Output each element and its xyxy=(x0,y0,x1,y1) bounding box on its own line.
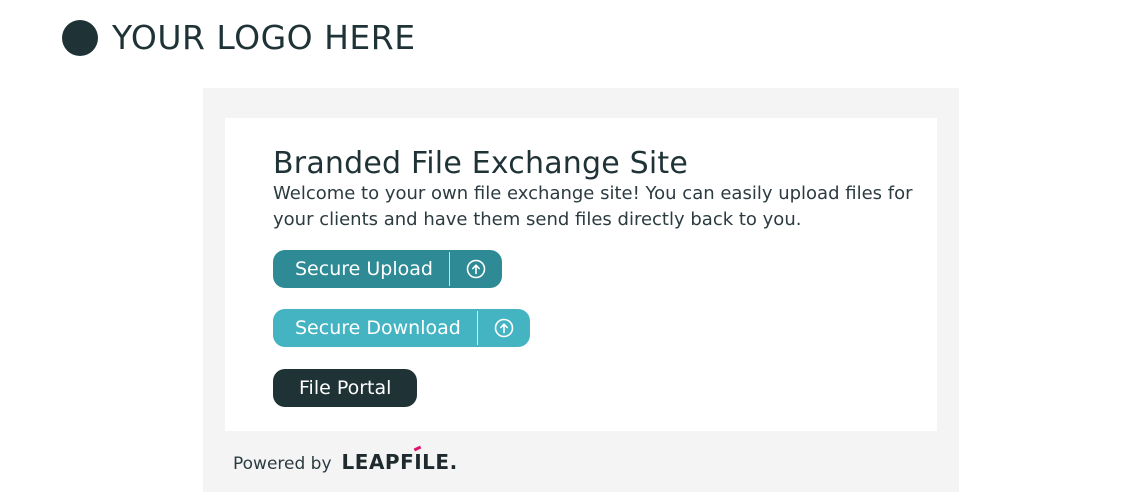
leapfile-logo-text: LEAPFILE. xyxy=(341,450,458,474)
secure-upload-button[interactable]: Secure Upload xyxy=(273,250,502,288)
logo: YOUR LOGO HERE xyxy=(62,18,416,57)
powered-by-footer: Powered by LEAPFILE. xyxy=(233,445,458,474)
powered-by-text: Powered by xyxy=(233,454,332,474)
upload-circle-icon xyxy=(478,309,530,347)
file-portal-label: File Portal xyxy=(299,377,392,399)
page-title: Branded File Exchange Site xyxy=(273,146,689,181)
leapfile-logo[interactable]: LEAPFILE. xyxy=(341,445,458,474)
welcome-card: Branded File Exchange Site Welcome to yo… xyxy=(225,118,937,431)
upload-circle-icon xyxy=(450,250,502,288)
file-portal-button[interactable]: File Portal xyxy=(273,369,418,407)
secure-download-button[interactable]: Secure Download xyxy=(273,309,530,347)
logo-circle-icon xyxy=(62,19,98,56)
exchange-panel: Branded File Exchange Site Welcome to yo… xyxy=(203,88,959,492)
secure-upload-label: Secure Upload xyxy=(295,258,433,280)
secure-download-label: Secure Download xyxy=(295,317,461,339)
logo-text: YOUR LOGO HERE xyxy=(112,18,416,57)
welcome-text: Welcome to your own file exchange site! … xyxy=(273,183,913,230)
